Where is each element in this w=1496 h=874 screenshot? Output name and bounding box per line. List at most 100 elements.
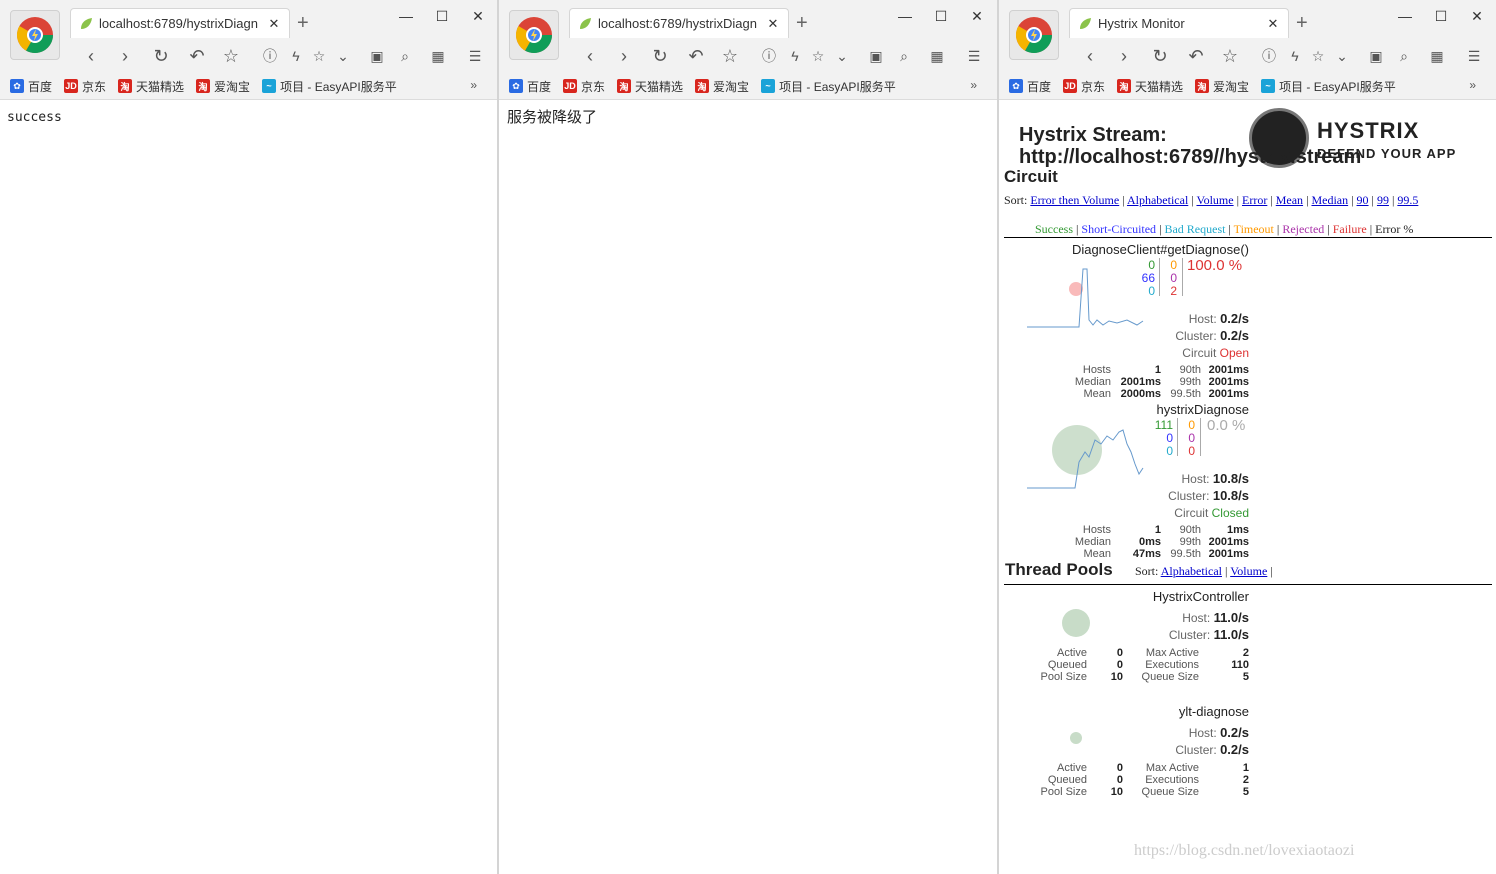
bookmark-item[interactable]: 淘爱淘宝: [695, 78, 749, 95]
error-percentage: 0.0 %: [1207, 417, 1246, 434]
circuit-sort-bar: Sort: Error then Volume | Alphabetical |…: [1004, 193, 1419, 207]
bookmark-item[interactable]: ~ 项目 - EasyAPI服务平: [262, 78, 397, 95]
bookmark-item[interactable]: 淘天猫精选: [1117, 78, 1183, 95]
browser-logo-icon[interactable]: [10, 10, 60, 60]
tab-active[interactable]: localhost:6789/hystrixDiagn ✕: [569, 8, 789, 38]
dropdown-icon[interactable]: ⌄: [332, 45, 354, 67]
dropdown-icon[interactable]: ⌄: [1331, 45, 1353, 67]
sort-median[interactable]: Median: [1311, 193, 1348, 207]
minimize-icon[interactable]: —: [398, 8, 414, 24]
undo-icon[interactable]: ↶: [685, 45, 707, 67]
maximize-icon[interactable]: ☐: [933, 8, 949, 25]
pool-sort-alphabetical[interactable]: Alphabetical: [1161, 564, 1222, 578]
search-icon[interactable]: ⌕: [1393, 45, 1415, 67]
close-window-icon[interactable]: ✕: [1469, 8, 1485, 25]
sort-99-5[interactable]: 99.5: [1397, 193, 1418, 207]
minimize-icon[interactable]: —: [897, 8, 913, 24]
lightning-icon[interactable]: ϟ: [1284, 45, 1306, 67]
tab-close-icon[interactable]: ✕: [766, 16, 780, 32]
forward-icon[interactable]: ›: [114, 45, 136, 67]
bookmark-star-icon[interactable]: ☆: [719, 45, 741, 67]
apps-grid-icon[interactable]: ▦: [926, 45, 948, 67]
jd-logo-icon: JD: [1063, 79, 1078, 93]
bookmark-item[interactable]: 淘爱淘宝: [196, 78, 250, 95]
search-icon[interactable]: ⌕: [394, 45, 416, 67]
column-divider: [1159, 258, 1160, 296]
paw-extension-icon[interactable]: ▣: [865, 45, 887, 67]
lightning-icon[interactable]: ϟ: [285, 45, 307, 67]
browser-logo-icon[interactable]: [509, 10, 559, 60]
browser-logo-icon[interactable]: [1009, 10, 1059, 60]
bookmark-item[interactable]: JD 京东: [563, 78, 605, 95]
bookmark-item[interactable]: JD 京东: [64, 78, 106, 95]
forward-icon[interactable]: ›: [613, 45, 635, 67]
reload-icon[interactable]: ↻: [150, 45, 172, 67]
apps-grid-icon[interactable]: ▦: [427, 45, 449, 67]
maximize-icon[interactable]: ☐: [434, 8, 450, 25]
info-icon[interactable]: ⓘ: [758, 45, 780, 67]
bookmarks-more-icon[interactable]: »: [1469, 78, 1476, 92]
tab-close-icon[interactable]: ✕: [1266, 16, 1280, 32]
close-window-icon[interactable]: ✕: [470, 8, 486, 25]
sort-error[interactable]: Error: [1242, 193, 1267, 207]
sort-mean[interactable]: Mean: [1276, 193, 1303, 207]
bookmarks-bar: ✿ 百度 JD 京东 淘天猫精选 淘爱淘宝 ~ 项目 - EasyAPI服务平 »: [499, 74, 997, 98]
new-tab-icon[interactable]: +: [796, 12, 808, 35]
new-tab-icon[interactable]: +: [297, 12, 309, 35]
bookmark-item[interactable]: ✿ 百度: [1009, 78, 1051, 95]
favorite-icon[interactable]: ☆: [1307, 45, 1329, 67]
back-icon[interactable]: ‹: [579, 45, 601, 67]
back-icon[interactable]: ‹: [1079, 45, 1101, 67]
info-icon[interactable]: ⓘ: [1258, 45, 1280, 67]
cluster-rate: Cluster: 10.8/s: [1168, 488, 1249, 503]
sort-90[interactable]: 90: [1357, 193, 1369, 207]
close-window-icon[interactable]: ✕: [969, 8, 985, 25]
menu-icon[interactable]: ☰: [464, 45, 486, 67]
paw-extension-icon[interactable]: ▣: [366, 45, 388, 67]
bookmark-star-icon[interactable]: ☆: [1219, 45, 1241, 67]
tab-active[interactable]: localhost:6789/hystrixDiagn ✕: [70, 8, 290, 38]
menu-icon[interactable]: ☰: [963, 45, 985, 67]
bookmark-star-icon[interactable]: ☆: [220, 45, 242, 67]
tab-active[interactable]: Hystrix Monitor ✕: [1069, 8, 1289, 38]
pool-sort-volume[interactable]: Volume: [1230, 564, 1267, 578]
sort-volume[interactable]: Volume: [1196, 193, 1233, 207]
search-icon[interactable]: ⌕: [893, 45, 915, 67]
bookmark-item[interactable]: ~ 项目 - EasyAPI服务平: [761, 78, 896, 95]
favorite-icon[interactable]: ☆: [308, 45, 330, 67]
pool-host-rate: Host: 11.0/s: [1182, 610, 1249, 625]
bookmark-item[interactable]: 淘天猫精选: [617, 78, 683, 95]
browser-chrome: localhost:6789/hystrixDiagn ✕ + — ☐ ✕ ‹ …: [0, 0, 497, 100]
undo-icon[interactable]: ↶: [1185, 45, 1207, 67]
apps-grid-icon[interactable]: ▦: [1426, 45, 1448, 67]
bookmark-item[interactable]: ✿ 百度: [509, 78, 551, 95]
browser-window-1: localhost:6789/hystrixDiagn ✕ + — ☐ ✕ ‹ …: [0, 0, 497, 874]
info-icon[interactable]: ⓘ: [259, 45, 281, 67]
reload-icon[interactable]: ↻: [649, 45, 671, 67]
tab-close-icon[interactable]: ✕: [267, 16, 281, 32]
minimize-icon[interactable]: —: [1397, 8, 1413, 24]
back-icon[interactable]: ‹: [80, 45, 102, 67]
new-tab-icon[interactable]: +: [1296, 12, 1308, 35]
bookmark-item[interactable]: ~ 项目 - EasyAPI服务平: [1261, 78, 1396, 95]
paw-extension-icon[interactable]: ▣: [1365, 45, 1387, 67]
bookmark-item[interactable]: ✿ 百度: [10, 78, 52, 95]
menu-icon[interactable]: ☰: [1463, 45, 1485, 67]
pool-cluster-rate: Cluster: 0.2/s: [1175, 742, 1249, 757]
reload-icon[interactable]: ↻: [1149, 45, 1171, 67]
bookmarks-more-icon[interactable]: »: [470, 78, 477, 92]
undo-icon[interactable]: ↶: [186, 45, 208, 67]
sort-error-then-volume[interactable]: Error then Volume: [1030, 193, 1119, 207]
tmall-icon: 淘: [118, 79, 133, 93]
sort-alphabetical[interactable]: Alphabetical: [1127, 193, 1188, 207]
maximize-icon[interactable]: ☐: [1433, 8, 1449, 25]
bookmarks-more-icon[interactable]: »: [970, 78, 977, 92]
sort-99[interactable]: 99: [1377, 193, 1389, 207]
forward-icon[interactable]: ›: [1113, 45, 1135, 67]
bookmark-item[interactable]: 淘天猫精选: [118, 78, 184, 95]
lightning-icon[interactable]: ϟ: [784, 45, 806, 67]
dropdown-icon[interactable]: ⌄: [831, 45, 853, 67]
bookmark-item[interactable]: JD 京东: [1063, 78, 1105, 95]
favorite-icon[interactable]: ☆: [807, 45, 829, 67]
bookmark-item[interactable]: 淘爱淘宝: [1195, 78, 1249, 95]
